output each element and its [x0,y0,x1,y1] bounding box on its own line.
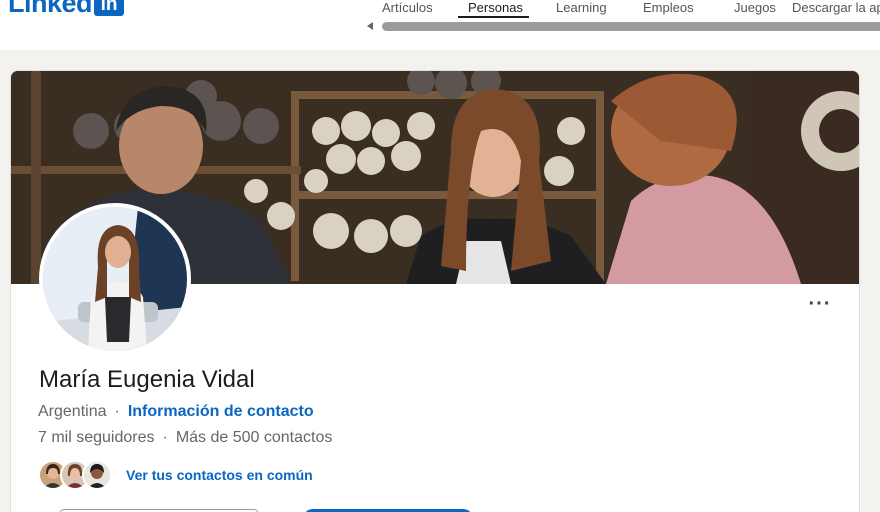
horizontal-scrollbar[interactable] [382,22,880,31]
nav-juegos[interactable]: Juegos [734,0,776,15]
logo-in-box: in [94,0,125,16]
nav-empleos[interactable]: Empleos [643,0,694,15]
scroll-left-arrow-icon[interactable] [367,22,373,30]
location-row: Argentina · Información de contacto [38,403,314,421]
location-text: Argentina [38,403,107,420]
nav-descargar-app[interactable]: Descargar la ap [792,0,880,15]
profile-photo[interactable] [39,203,191,355]
top-navigation-bar: Linked in Artículos Personas Learning Em… [0,0,880,50]
logo-text: Linked [8,0,93,18]
profile-name: María Eugenia Vidal [39,366,255,393]
mutual-avatar [82,460,112,490]
nav-personas[interactable]: Personas [468,0,523,15]
followers-count[interactable]: 7 mil seguidores [38,429,155,447]
mutual-connections[interactable]: Ver tus contactos en común [38,460,313,490]
separator-dot: · [114,403,120,420]
active-tab-indicator [458,16,529,18]
profile-card: ··· María Eugenia Vidal Argentina · Info… [10,70,860,512]
mutual-connections-link[interactable]: Ver tus contactos en común [126,467,313,483]
contact-info-link[interactable]: Información de contacto [128,403,314,421]
linkedin-logo[interactable]: Linked in [8,0,125,19]
nav-learning[interactable]: Learning [556,0,607,15]
separator-dot: · [162,429,168,446]
nav-articulos[interactable]: Artículos [382,0,433,15]
stats-row: 7 mil seguidores · Más de 500 contactos [38,429,332,447]
connections-count[interactable]: Más de 500 contactos [176,429,333,447]
more-options-icon[interactable]: ··· [803,294,837,320]
